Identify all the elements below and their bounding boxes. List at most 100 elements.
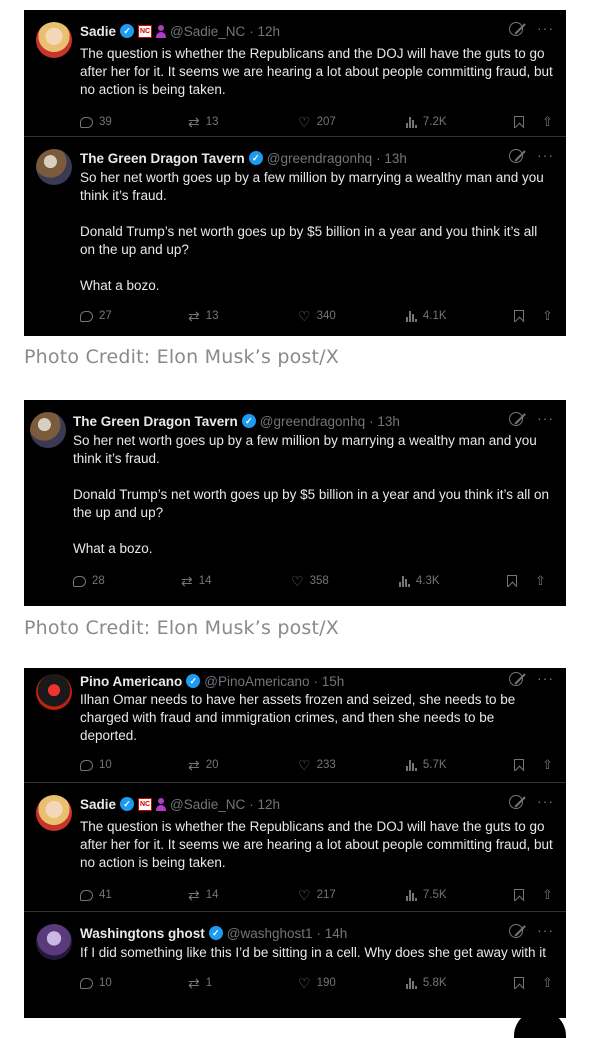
avatar[interactable] [30, 412, 66, 448]
handle[interactable]: @Sadie_NC [170, 24, 245, 39]
more-options-icon[interactable]: ··· [537, 795, 554, 809]
share-button[interactable]: ⇧ [535, 575, 546, 587]
views-icon [399, 576, 410, 587]
bookmark-button[interactable] [514, 759, 542, 771]
reply-button[interactable]: 10 [80, 977, 188, 989]
share-button[interactable]: ⇧ [542, 116, 553, 128]
reply-button[interactable]: 28 [73, 575, 181, 587]
like-button[interactable]: ♡190 [298, 977, 406, 989]
repost-icon: ⇄ [188, 116, 200, 128]
views-button[interactable]: 5.8K [406, 977, 514, 989]
repost-button[interactable]: ⇄13 [188, 116, 298, 128]
tweet[interactable]: The Green Dragon Tavern ✓ @greendragonhq… [24, 137, 566, 336]
bookmark-button[interactable] [514, 977, 542, 989]
nc-flag-icon: NC [138, 798, 152, 811]
timestamp[interactable]: · 13h [369, 414, 400, 429]
more-options-icon[interactable]: ··· [537, 22, 554, 36]
more-options-icon[interactable]: ··· [537, 672, 554, 686]
repost-button[interactable]: ⇄13 [188, 310, 298, 322]
verified-icon: ✓ [242, 414, 256, 428]
display-name[interactable]: Pino Americano [80, 674, 182, 689]
grok-icon[interactable] [509, 672, 523, 686]
like-button[interactable]: ♡207 [298, 116, 406, 128]
share-button[interactable]: ⇧ [542, 310, 553, 322]
verified-icon: ✓ [120, 797, 134, 811]
tweet-screenshot-1: Sadie ✓ NC @Sadie_NC · 12h ··· The quest… [24, 10, 566, 336]
share-button[interactable]: ⇧ [542, 889, 553, 901]
views-count: 7.5K [423, 889, 447, 901]
avatar[interactable] [36, 674, 72, 710]
repost-button[interactable]: ⇄20 [188, 759, 298, 771]
repost-button[interactable]: ⇄1 [188, 977, 298, 989]
tweet[interactable]: The Green Dragon Tavern ✓ @greendragonhq… [24, 400, 566, 606]
share-icon: ⇧ [542, 977, 553, 989]
views-button[interactable]: 5.7K [406, 759, 514, 771]
tweet[interactable]: Washingtons ghost ✓ @washghost1 · 14h ··… [24, 912, 566, 1018]
handle[interactable]: @greendragonhq [267, 151, 372, 166]
handle[interactable]: @greendragonhq [260, 414, 365, 429]
display-name[interactable]: Sadie [80, 24, 116, 39]
timestamp[interactable]: · 15h [314, 674, 345, 689]
share-button[interactable]: ⇧ [542, 759, 553, 771]
handle[interactable]: @Sadie_NC [170, 797, 245, 812]
reply-button[interactable]: 27 [80, 310, 188, 322]
avatar[interactable] [36, 795, 72, 831]
timestamp[interactable]: · 12h [249, 797, 280, 812]
more-options-icon[interactable]: ··· [537, 149, 554, 163]
handle[interactable]: @PinoAmericano [204, 674, 309, 689]
display-name[interactable]: The Green Dragon Tavern [73, 414, 238, 429]
views-icon [406, 978, 417, 989]
bookmark-button[interactable] [514, 116, 542, 128]
views-count: 4.1K [423, 310, 447, 322]
reply-button[interactable]: 10 [80, 759, 188, 771]
timestamp[interactable]: · 13h [376, 151, 407, 166]
bookmark-button[interactable] [514, 889, 542, 901]
like-button[interactable]: ♡217 [298, 889, 406, 901]
like-button[interactable]: ♡340 [298, 310, 406, 322]
repost-button[interactable]: ⇄14 [181, 575, 291, 587]
reply-count: 10 [99, 977, 112, 989]
views-button[interactable]: 4.3K [399, 575, 507, 587]
reply-button[interactable]: 41 [80, 889, 188, 901]
grok-icon[interactable] [509, 412, 523, 426]
timestamp[interactable]: · 12h [249, 24, 280, 39]
share-button[interactable]: ⇧ [542, 977, 553, 989]
bookmark-button[interactable] [507, 575, 535, 587]
grok-icon[interactable] [509, 795, 523, 809]
display-name[interactable]: The Green Dragon Tavern [80, 151, 245, 166]
timestamp[interactable]: · 14h [317, 926, 348, 941]
reply-icon [73, 576, 86, 587]
tweet[interactable]: Sadie ✓ NC @Sadie_NC · 12h ··· The quest… [24, 10, 566, 137]
like-button[interactable]: ♡233 [298, 759, 406, 771]
repost-button[interactable]: ⇄14 [188, 889, 298, 901]
views-icon [406, 117, 417, 128]
repost-icon: ⇄ [188, 759, 200, 771]
grok-icon[interactable] [509, 22, 523, 36]
nc-flag-icon: NC [138, 25, 152, 38]
display-name[interactable]: Sadie [80, 797, 116, 812]
avatar[interactable] [36, 149, 72, 185]
reply-button[interactable]: 39 [80, 116, 188, 128]
handle[interactable]: @washghost1 [227, 926, 313, 941]
avatar[interactable] [36, 924, 72, 960]
avatar[interactable] [36, 22, 72, 58]
like-button[interactable]: ♡358 [291, 575, 399, 587]
tweet[interactable]: Pino Americano ✓ @PinoAmericano · 15h ··… [24, 668, 566, 783]
views-button[interactable]: 7.2K [406, 116, 514, 128]
display-name[interactable]: Washingtons ghost [80, 926, 205, 941]
share-icon: ⇧ [542, 116, 553, 128]
bookmark-icon [514, 977, 524, 989]
repost-count: 14 [199, 575, 212, 587]
grok-icon[interactable] [509, 924, 523, 938]
views-button[interactable]: 4.1K [406, 310, 514, 322]
more-options-icon[interactable]: ··· [537, 924, 554, 938]
views-icon [406, 311, 417, 322]
views-icon [406, 890, 417, 901]
tweet[interactable]: Sadie ✓ NC @Sadie_NC · 12h ··· The quest… [24, 783, 566, 912]
more-options-icon[interactable]: ··· [537, 412, 554, 426]
views-button[interactable]: 7.5K [406, 889, 514, 901]
tweet-text: So her net worth goes up by a few millio… [73, 432, 554, 558]
bookmark-button[interactable] [514, 310, 542, 322]
photo-credit: Photo Credit: Elon Musk’s post/X [24, 346, 339, 368]
grok-icon[interactable] [509, 149, 523, 163]
